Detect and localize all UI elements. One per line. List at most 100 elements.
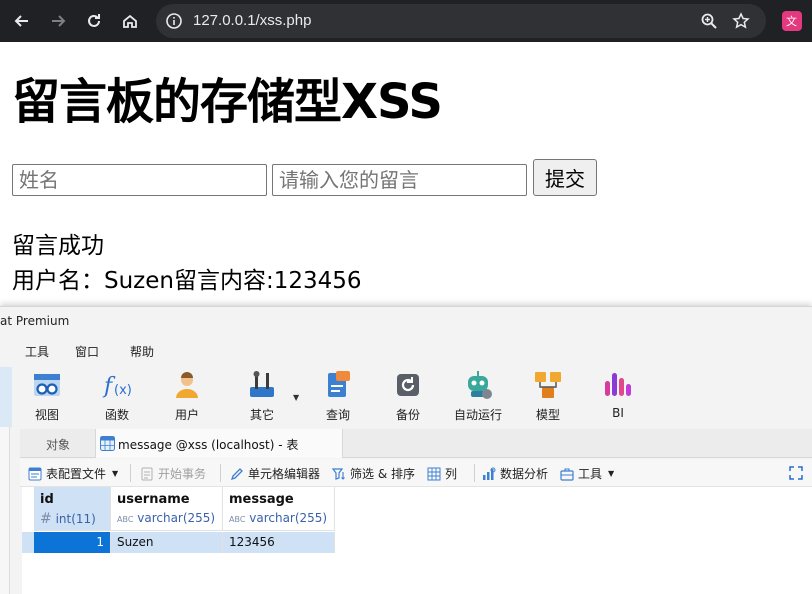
analysis-icon xyxy=(483,467,496,480)
separator xyxy=(474,464,475,482)
cell-id[interactable]: 1 xyxy=(34,532,111,553)
home-icon xyxy=(123,14,137,28)
view-icon xyxy=(34,374,60,396)
result-line: 用户名：Suzen留言内容:123456 xyxy=(12,268,362,294)
table-toolbar: 表配置文件 ▼ 开始事务 单元格编辑器 筛选 & 排序 列 数据分析 工具 ▼ xyxy=(20,459,812,487)
column-type: ABC varchar(255) xyxy=(229,511,328,525)
home-button[interactable] xyxy=(117,8,143,34)
separator xyxy=(220,464,221,482)
tab-label: message @xss (localhost) - 表 xyxy=(118,438,299,452)
toolbar-backup-button[interactable]: 备份 xyxy=(373,369,443,425)
left-panel-edge xyxy=(0,367,12,427)
back-button[interactable] xyxy=(9,8,35,34)
chevron-down-icon: ▼ xyxy=(608,469,615,478)
svg-text:文: 文 xyxy=(786,14,797,28)
name-input[interactable] xyxy=(12,164,267,196)
filter-icon xyxy=(332,467,345,480)
menu-help[interactable]: 帮助 xyxy=(130,343,154,360)
table-row[interactable]: 1 Suzen 123456 xyxy=(22,532,335,553)
translate-icon[interactable]: 文 xyxy=(782,11,802,31)
info-icon xyxy=(166,13,182,29)
reload-icon xyxy=(88,14,100,27)
column-type: # int(11) xyxy=(40,511,96,527)
function-icon: f (x) xyxy=(102,374,132,399)
message-input[interactable] xyxy=(272,164,527,196)
user-icon xyxy=(176,372,198,398)
toolbar-label: 表配置文件 xyxy=(46,467,107,481)
toolbar-label: BI xyxy=(612,406,624,420)
pencil-icon xyxy=(230,467,243,480)
menu-window[interactable]: 窗口 xyxy=(75,343,99,360)
model-icon xyxy=(535,372,561,398)
toolbar-label: 自动运行 xyxy=(453,408,502,422)
table-icon xyxy=(100,436,115,451)
data-grid: id # int(11) username ABC varchar(255) m… xyxy=(22,487,812,594)
toolbar-label: 查询 xyxy=(325,408,350,422)
backup-icon xyxy=(397,374,419,396)
submit-button[interactable]: 提交 xyxy=(533,159,597,196)
address-bar[interactable]: 127.0.0.1/xss.php xyxy=(156,4,766,38)
tools-icon xyxy=(250,371,274,397)
window-title: at Premium xyxy=(0,314,70,328)
site-info-button[interactable] xyxy=(162,9,186,33)
forward-button[interactable] xyxy=(45,8,71,34)
toolbox-icon xyxy=(560,467,574,481)
navicat-window: at Premium 工具 窗口 帮助 视图 f (x) 函数 用户 其它 ▼ … xyxy=(0,306,812,594)
tab-bar: 对象 message @xss (localhost) - 表 xyxy=(20,429,812,458)
expand-icon[interactable] xyxy=(788,465,804,481)
toolbar-automation-button[interactable]: 自动运行 xyxy=(443,369,513,425)
toolbar-label: 工具 xyxy=(578,467,603,481)
query-icon xyxy=(328,371,350,397)
cell-message[interactable]: 123456 xyxy=(223,532,335,553)
toolbar-query-button[interactable]: 查询 xyxy=(303,369,373,425)
data-analysis-button[interactable]: 数据分析 xyxy=(482,465,548,482)
bookmark-button[interactable] xyxy=(729,9,753,33)
chevron-down-icon: ▼ xyxy=(112,469,119,478)
tools-dropdown-button[interactable]: 工具 ▼ xyxy=(560,465,614,482)
menu-tools[interactable]: 工具 xyxy=(25,343,49,360)
arrow-left-icon xyxy=(14,15,28,27)
tab-message-table[interactable]: message @xss (localhost) - 表 xyxy=(95,429,343,458)
svg-text:(x): (x) xyxy=(114,383,132,398)
column-header-id[interactable]: id # int(11) xyxy=(34,487,111,531)
column-header-username[interactable]: username ABC varchar(255) xyxy=(111,487,223,531)
column-header-message[interactable]: message ABC varchar(255) xyxy=(223,487,335,531)
begin-transaction-button[interactable]: 开始事务 xyxy=(140,465,206,482)
toolbar-label: 模型 xyxy=(535,408,560,422)
toolbar-label: 筛选 & 排序 xyxy=(350,467,415,481)
star-icon xyxy=(732,12,750,29)
text-type-icon: ABC xyxy=(117,515,134,524)
toolbar-label: 函数 xyxy=(104,408,129,422)
transaction-icon xyxy=(141,467,153,480)
toolbar-label: 开始事务 xyxy=(158,467,207,481)
cell-editor-button[interactable]: 单元格编辑器 xyxy=(230,465,320,482)
row-selector[interactable] xyxy=(22,532,34,553)
browser-toolbar: 127.0.0.1/xss.php 文 xyxy=(0,0,812,42)
toolbar-other-button[interactable]: 其它 xyxy=(227,369,297,425)
toolbar-label: 用户 xyxy=(174,408,199,422)
toolbar-view-button[interactable]: 视图 xyxy=(12,369,82,425)
table-profile-button[interactable]: 表配置文件 ▼ xyxy=(28,465,118,482)
left-strip xyxy=(0,427,10,594)
toolbar-model-button[interactable]: 模型 xyxy=(513,369,583,425)
toolbar-bi-button[interactable]: BI xyxy=(583,369,653,425)
toolbar-label: 其它 xyxy=(249,408,274,422)
zoom-icon xyxy=(701,13,717,29)
zoom-button[interactable] xyxy=(697,9,721,33)
filter-sort-button[interactable]: 筛选 & 排序 xyxy=(332,465,415,482)
chevron-down-icon[interactable]: ▼ xyxy=(293,393,299,402)
arrow-right-icon xyxy=(52,15,66,27)
cell-username[interactable]: Suzen xyxy=(111,532,223,553)
column-name: username xyxy=(117,492,190,507)
number-type-icon: # xyxy=(40,511,52,527)
text-type-icon: ABC xyxy=(229,515,246,524)
toolbar-user-button[interactable]: 用户 xyxy=(152,369,222,425)
columns-button[interactable]: 列 xyxy=(427,465,457,482)
toolbar-label: 数据分析 xyxy=(500,467,549,481)
reload-button[interactable] xyxy=(81,8,107,34)
toolbar-function-button[interactable]: f (x) 函数 xyxy=(82,369,152,425)
tab-objects[interactable]: 对象 xyxy=(46,436,70,453)
column-name: id xyxy=(40,492,54,507)
toolbar-label: 备份 xyxy=(395,408,420,422)
url-text[interactable]: 127.0.0.1/xss.php xyxy=(193,4,311,38)
